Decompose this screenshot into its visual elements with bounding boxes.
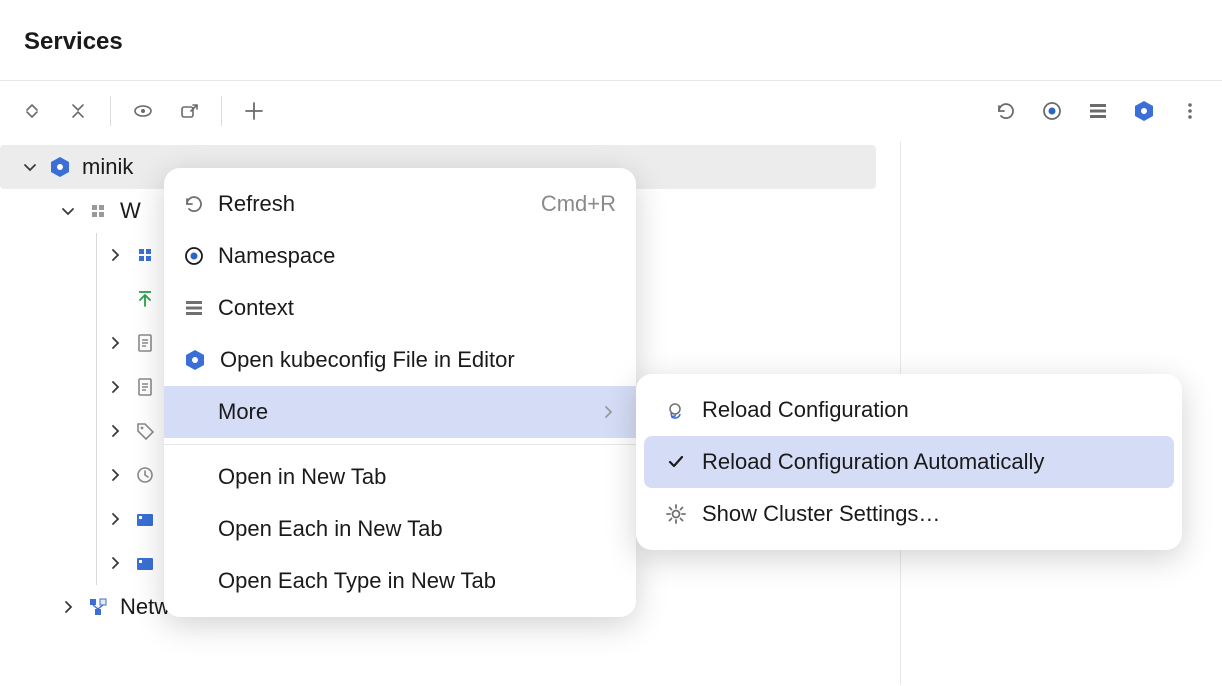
upload-icon — [133, 290, 157, 308]
chevron-right-icon — [107, 555, 123, 571]
clock-icon — [133, 466, 157, 484]
menu-item-label: Show Cluster Settings… — [702, 501, 1154, 527]
check-icon — [664, 453, 688, 471]
toolbar-separator — [221, 96, 222, 126]
menu-item-reload-config[interactable]: Reload Configuration — [644, 384, 1174, 436]
menu-item-open-kubeconfig[interactable]: Open kubeconfig File in Editor — [164, 334, 636, 386]
context-icon — [184, 298, 204, 318]
kubernetes-button[interactable] — [1128, 95, 1160, 127]
box-icon — [133, 554, 157, 572]
toolbar — [0, 81, 1222, 141]
menu-item-label: Open Each Type in New Tab — [218, 568, 616, 594]
more-button[interactable] — [1174, 95, 1206, 127]
chevron-right-icon — [60, 599, 76, 615]
menu-item-label: More — [218, 399, 586, 425]
panel-title-text: Services — [24, 28, 123, 55]
context-submenu: Reload Configuration Reload Configuratio… — [636, 374, 1182, 550]
menu-item-reload-config-auto[interactable]: Reload Configuration Automatically — [644, 436, 1174, 488]
reload-config-icon — [664, 400, 688, 420]
chevron-right-icon — [107, 335, 123, 351]
menu-item-refresh[interactable]: Refresh Cmd+R — [164, 178, 636, 230]
collapse-all-button[interactable] — [62, 95, 94, 127]
namespace-icon — [184, 246, 204, 266]
chevron-down-icon — [22, 159, 38, 175]
chevron-right-icon — [107, 467, 123, 483]
menu-item-label: Open Each in New Tab — [218, 516, 616, 542]
kubernetes-icon — [48, 156, 72, 178]
menu-item-namespace[interactable]: Namespace — [164, 230, 636, 282]
panel-title: Services — [0, 0, 1222, 81]
menu-item-context[interactable]: Context — [164, 282, 636, 334]
toolbar-separator — [110, 96, 111, 126]
add-button[interactable] — [238, 95, 270, 127]
menu-item-label: Refresh — [218, 191, 527, 217]
context-menu: Refresh Cmd+R Namespace Context Open kub… — [164, 168, 636, 617]
chevron-right-icon — [107, 247, 123, 263]
chevron-down-icon — [60, 203, 76, 219]
refresh-icon — [184, 195, 204, 213]
expand-all-button[interactable] — [16, 95, 48, 127]
chevron-right-icon — [600, 404, 616, 420]
chevron-right-icon — [107, 379, 123, 395]
menu-item-label: Reload Configuration Automatically — [702, 449, 1154, 475]
menu-item-show-cluster-settings[interactable]: Show Cluster Settings… — [644, 488, 1174, 540]
menu-item-shortcut: Cmd+R — [541, 191, 616, 217]
tree-node-label: minik — [82, 154, 133, 180]
context-button[interactable] — [1082, 95, 1114, 127]
tree-node-label: W — [120, 198, 141, 224]
kubernetes-icon — [184, 349, 206, 371]
open-tab-button[interactable] — [173, 95, 205, 127]
gear-icon — [664, 503, 688, 525]
doc-icon — [133, 377, 157, 397]
menu-item-label: Context — [218, 295, 616, 321]
menu-separator — [164, 444, 636, 445]
doc-icon — [133, 333, 157, 353]
menu-item-label: Open in New Tab — [218, 464, 616, 490]
namespace-button[interactable] — [1036, 95, 1068, 127]
network-icon — [86, 597, 110, 617]
menu-item-open-each-new-tab[interactable]: Open Each in New Tab — [164, 503, 636, 555]
menu-item-open-each-type-new-tab[interactable]: Open Each Type in New Tab — [164, 555, 636, 607]
tag-icon — [133, 422, 157, 440]
grid-icon — [133, 247, 157, 263]
menu-item-open-new-tab[interactable]: Open in New Tab — [164, 451, 636, 503]
menu-item-label: Reload Configuration — [702, 397, 1154, 423]
box-icon — [133, 510, 157, 528]
chevron-right-icon — [107, 423, 123, 439]
chevron-right-icon — [107, 511, 123, 527]
menu-item-more[interactable]: More — [164, 386, 636, 438]
grid-icon — [86, 203, 110, 219]
menu-item-label: Open kubeconfig File in Editor — [220, 347, 616, 373]
menu-item-label: Namespace — [218, 243, 616, 269]
view-button[interactable] — [127, 95, 159, 127]
refresh-button[interactable] — [990, 95, 1022, 127]
